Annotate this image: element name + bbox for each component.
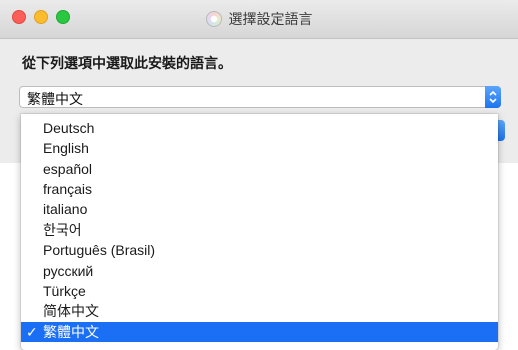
language-option-portugues[interactable]: Português (Brasil) — [21, 240, 498, 260]
language-option-korean[interactable]: 한국어 — [21, 220, 498, 240]
language-option-francais[interactable]: français — [21, 179, 498, 199]
language-option-english[interactable]: English — [21, 138, 498, 158]
instruction-text: 從下列選項中選取此安裝的語言。 — [22, 55, 232, 71]
language-option-russian[interactable]: русский — [21, 261, 498, 281]
option-label: español — [43, 161, 93, 177]
option-label: English — [43, 140, 89, 156]
chevron-updown-icon[interactable] — [485, 86, 501, 108]
option-label: 繁體中文 — [43, 324, 99, 340]
option-label: Português (Brasil) — [43, 242, 156, 258]
language-option-espanol[interactable]: español — [21, 159, 498, 179]
app-icon — [205, 11, 222, 27]
language-select-value: 繁體中文 — [27, 91, 83, 107]
option-label: 简体中文 — [43, 303, 99, 319]
option-label: Türkçe — [43, 283, 86, 299]
option-label: русский — [43, 263, 94, 279]
language-select[interactable]: 繁體中文 — [19, 86, 501, 108]
language-option-traditional-chinese[interactable]: ✓ 繁體中文 — [21, 322, 498, 342]
option-label: français — [43, 181, 93, 197]
title-wrap: 選擇設定語言 — [0, 0, 518, 38]
option-label: 한국어 — [43, 222, 82, 238]
language-option-deutsch[interactable]: Deutsch — [21, 118, 498, 138]
title-bar: 選擇設定語言 — [0, 0, 518, 39]
checkmark-icon: ✓ — [26, 324, 38, 340]
language-option-turkce[interactable]: Türkçe — [21, 281, 498, 301]
option-label: Deutsch — [43, 120, 95, 136]
language-option-italiano[interactable]: italiano — [21, 199, 498, 219]
window-title: 選擇設定語言 — [228, 11, 313, 27]
language-option-simplified-chinese[interactable]: 简体中文 — [21, 301, 498, 321]
option-label: italiano — [43, 201, 88, 217]
language-dropdown-menu: Deutsch English español français italian… — [21, 114, 498, 350]
